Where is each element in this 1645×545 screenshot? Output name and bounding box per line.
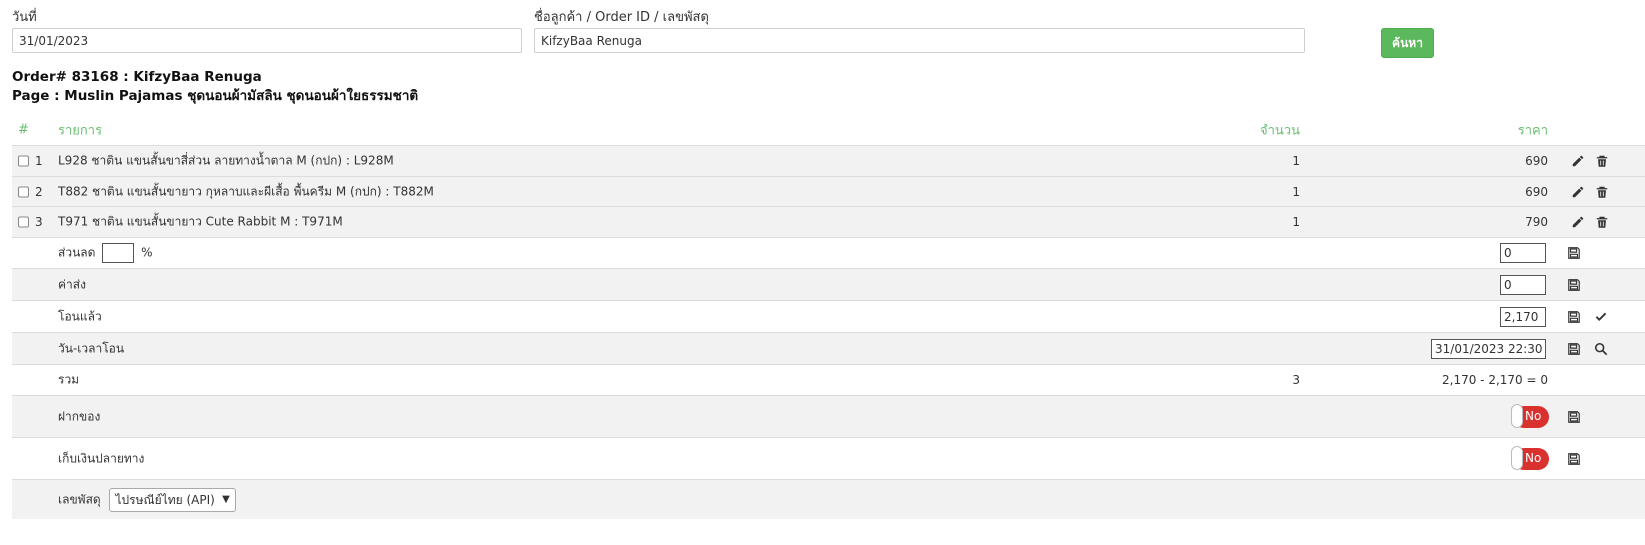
cod-row: เก็บเงินปลายทาง No [12,437,1645,479]
carrier-selected: ไปรษณีย์ไทย (API) [115,492,215,507]
row-num: 2 [35,184,43,199]
row-item-name: T971 ชาติน แขนสั้นขายาว Cute Rabbit M : … [58,214,343,229]
save-icon[interactable] [1567,278,1581,292]
trash-icon[interactable] [1595,215,1609,229]
toggle-label: No [1525,408,1542,423]
trash-icon[interactable] [1595,154,1609,168]
total-summary: 2,170 - 2,170 = 0 [1442,373,1548,387]
table-header: # รายการ จำนวน ราคา [12,115,1645,145]
transfer-time-row: วัน-เวลาโอน [12,332,1645,364]
deposit-label: ฝากของ [58,409,101,423]
save-icon[interactable] [1567,452,1581,466]
header-qty: จำนวน [1260,123,1300,139]
row-item-name: L928 ชาติน แขนสั้นขาสี่ส่วน ลายทางน้ำตาล… [58,153,394,168]
shipping-value-input[interactable] [1500,274,1546,295]
shipping-label: ค่าส่ง [58,277,86,291]
check-icon[interactable] [1594,310,1608,324]
discount-label-text: ส่วนลด [58,245,96,260]
save-icon[interactable] [1567,246,1581,260]
deposit-row: ฝากของ No [12,395,1645,437]
order-info: Order# 83168 : KifzyBaa Renuga Page : Mu… [12,68,418,106]
row-item-name: T882 ชาติน แขนสั้นขายาว กุหลาบและผีเสื้อ… [58,184,434,198]
pencil-icon[interactable] [1571,185,1585,199]
date-label: วันที่ [12,10,37,25]
date-input[interactable] [12,28,522,53]
chevron-down-icon: ▼ [222,493,230,505]
tracking-label: เลขพัสดุ ไปรษณีย์ไทย (API) ▼ [58,487,236,512]
order-table: # รายการ จำนวน ราคา 1 L928 ชาติน แขนสั้น… [12,115,1645,519]
row-num: 3 [35,215,43,229]
save-icon[interactable] [1567,310,1581,324]
toggle-label: No [1525,450,1542,465]
shipping-row: ค่าส่ง [12,268,1645,300]
query-label: ชื่อลูกค้า / Order ID / เลขพัสดุ [534,10,709,25]
carrier-select[interactable]: ไปรษณีย์ไทย (API) ▼ [108,487,236,512]
percent-sign: % [141,245,153,260]
query-input[interactable] [534,28,1305,53]
row-price: 690 [1525,154,1548,168]
tracking-row: เลขพัสดุ ไปรษณีย์ไทย (API) ▼ [12,479,1645,519]
order-page: Page : Muslin Pajamas ชุดนอนผ้ามัสลิน ชุ… [12,88,419,104]
header-num: # [18,122,29,138]
row-checkbox[interactable] [18,155,29,167]
order-title: Order# 83168 : KifzyBaa Renuga [12,69,262,85]
table-row: 1 L928 ชาติน แขนสั้นขาสี่ส่วน ลายทางน้ำต… [12,145,1645,176]
cod-toggle[interactable]: No [1511,445,1549,470]
pencil-icon[interactable] [1571,154,1585,168]
table-row: 2 T882 ชาติน แขนสั้นขายาว กุหลาบและผีเสื… [12,176,1645,206]
header-item: รายการ [58,123,103,139]
row-qty: 1 [1292,154,1300,168]
save-icon[interactable] [1567,410,1581,424]
table-row: 3 T971 ชาติน แขนสั้นขายาว Cute Rabbit M … [12,206,1645,237]
tracking-label-text: เลขพัสดุ [58,492,101,506]
paid-label: โอนแล้ว [58,309,102,323]
row-checkbox[interactable] [18,216,29,228]
discount-label: ส่วนลด % [58,243,152,263]
paid-value-input[interactable] [1500,306,1546,327]
toggle-knob [1511,445,1523,470]
deposit-toggle[interactable]: No [1511,403,1549,428]
row-num: 1 [35,154,43,168]
total-row: รวม 3 2,170 - 2,170 = 0 [12,364,1645,395]
search-button[interactable]: ค้นหา [1381,28,1434,58]
header-price: ราคา [1517,123,1548,139]
row-qty: 1 [1292,184,1300,199]
transfer-time-input[interactable] [1431,338,1546,359]
discount-row: ส่วนลด % [12,237,1645,268]
search-bar: วันที่ ชื่อลูกค้า / Order ID / เลขพัสดุ [12,6,1432,60]
toggle-knob [1511,403,1523,428]
save-icon[interactable] [1567,342,1581,356]
search-icon[interactable] [1594,342,1608,356]
total-label: รวม [58,372,80,387]
row-price: 690 [1525,184,1548,199]
row-checkbox[interactable] [18,186,29,197]
trash-icon[interactable] [1595,185,1609,199]
transfer-time-label: วัน-เวลาโอน [58,341,125,355]
row-price: 790 [1525,215,1548,229]
cod-label: เก็บเงินปลายทาง [58,451,145,465]
paid-row: โอนแล้ว [12,300,1645,332]
pencil-icon[interactable] [1571,215,1585,229]
total-qty: 3 [1292,373,1300,387]
discount-value-input[interactable] [1500,243,1546,263]
discount-percent-input[interactable] [102,243,135,263]
row-qty: 1 [1292,215,1300,229]
